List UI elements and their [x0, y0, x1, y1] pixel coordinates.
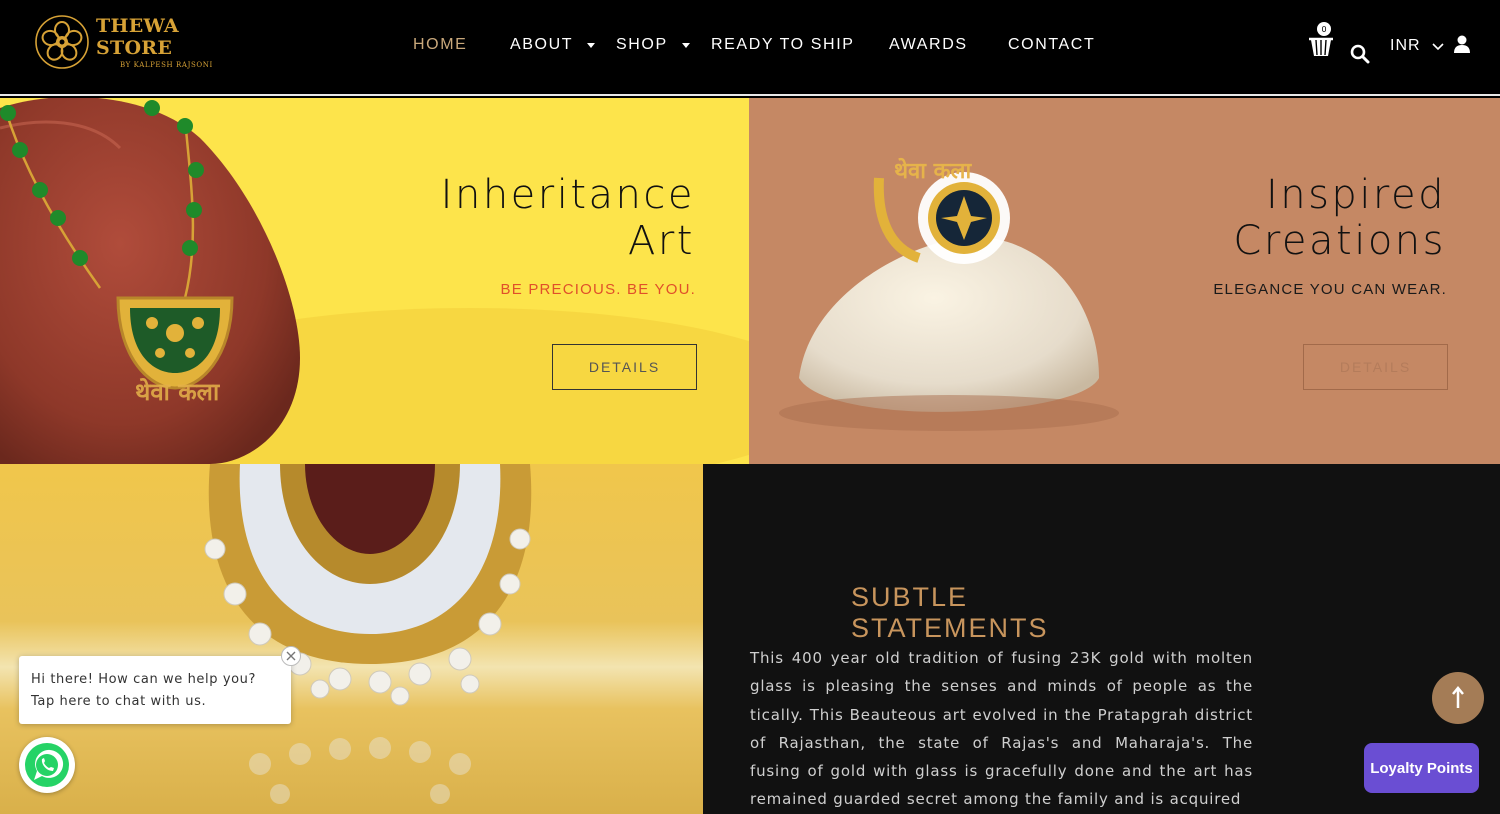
banner-right-tagline: ELEGANCE YOU CAN WEAR. [1213, 281, 1447, 298]
section-body: This 400 year old tradition of fusing 23… [750, 649, 1253, 809]
caret-down-icon [587, 42, 596, 48]
earring-illustration [204, 464, 532, 804]
banner-left-tagline: BE PRECIOUS. BE YOU. [500, 281, 696, 298]
flower-emblem-icon [34, 14, 90, 70]
nav-ready-to-ship-label: READY TO SHIP [711, 36, 855, 53]
banner-inspired-creations: थेवा कला Inspired Creations ELEGANCE YOU… [749, 98, 1500, 464]
chat-close-button[interactable] [281, 646, 301, 666]
chat-line-1: Hi there! How can we help you? [31, 672, 257, 687]
account-button[interactable] [1454, 34, 1470, 54]
nav-about[interactable]: ABOUT [510, 36, 596, 54]
chevron-down-icon [1432, 43, 1444, 51]
nav-about-label: ABOUT [510, 36, 574, 53]
close-icon [286, 651, 296, 661]
banner-left-title-line1: Inheritance [440, 172, 695, 218]
cart-count-badge: 0 [1317, 22, 1331, 36]
nav-awards[interactable]: AWARDS [889, 36, 968, 54]
brand-subtitle: BY KALPESH RAJSONI [120, 61, 213, 69]
whatsapp-icon [25, 743, 69, 787]
currency-select[interactable]: INR [1390, 36, 1421, 56]
banner-right-title: Inspired Creations [1099, 172, 1446, 264]
search-button[interactable] [1350, 34, 1370, 74]
search-icon [1350, 44, 1370, 64]
watermark-hindi: थेवा कला [135, 378, 220, 406]
banner-right-details-button[interactable]: DETAILS [1303, 344, 1448, 390]
nav-home-label: HOME [413, 36, 468, 53]
nav-home[interactable]: HOME [413, 36, 467, 54]
banner-inheritance-art: थेवा कला Inheritance Art BE PRECIOUS. BE… [0, 98, 749, 464]
watermark-hindi: थेवा कला [894, 157, 972, 184]
loyalty-points-button[interactable]: Loyalty Points [1364, 743, 1479, 793]
currency-dropdown[interactable] [1432, 38, 1444, 54]
section-title: SUBTLE STATEMENTS [851, 582, 1049, 643]
site-header: THEWA STORE BY KALPESH RAJSONI HOME ABOU… [0, 0, 1500, 96]
caret-down-icon [681, 42, 690, 48]
brand-logo[interactable]: THEWA STORE BY KALPESH RAJSONI [34, 10, 254, 74]
chat-line-2: Tap here to chat with us. [31, 694, 207, 709]
whatsapp-button[interactable] [19, 737, 75, 793]
user-icon [1454, 35, 1470, 53]
banner-left-details-button[interactable]: DETAILS [552, 344, 697, 390]
nav-awards-label: AWARDS [889, 36, 968, 53]
banner-right-title-line1: Inspired [1265, 172, 1446, 218]
nav-ready-to-ship[interactable]: READY TO SHIP [711, 36, 855, 54]
currency-value: INR [1390, 37, 1421, 54]
arrow-up-icon [1452, 686, 1464, 708]
nav-shop-label: SHOP [616, 36, 668, 53]
nav-shop[interactable]: SHOP [616, 36, 690, 54]
nav-contact-label: CONTACT [1008, 36, 1096, 53]
banner-left-title-line2: Art [628, 218, 695, 264]
cart-button[interactable]: 0 [1308, 22, 1336, 60]
banner-right-title-line2: Creations [1233, 218, 1446, 264]
chat-greeting-bubble[interactable]: Hi there! How can we help you? Tap here … [19, 656, 291, 724]
nav-contact[interactable]: CONTACT [1008, 36, 1095, 54]
brand-title: THEWA STORE [96, 15, 179, 59]
banner-left-title: Inheritance Art [350, 172, 695, 264]
scroll-to-top-button[interactable] [1432, 672, 1484, 724]
earring-photo [0, 464, 703, 814]
